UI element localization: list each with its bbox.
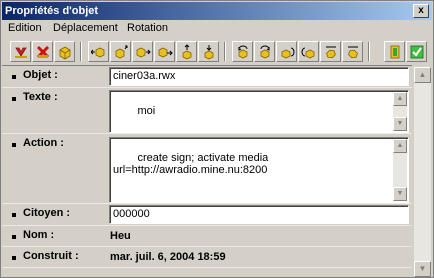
action-label: Action : [23, 137, 64, 149]
delete-button[interactable] [32, 41, 53, 62]
bullet-icon [12, 143, 16, 147]
texte-scrollbar[interactable]: ▲ ▼ [393, 92, 407, 131]
nom-label: Nom : [23, 229, 55, 241]
action-scrollbar[interactable]: ▲ ▼ [393, 139, 407, 201]
citoyen-label: Citoyen : [23, 207, 71, 219]
nom-value: Heu [110, 230, 131, 242]
toolbar-separator [80, 42, 82, 61]
roll-left-button[interactable] [320, 41, 341, 62]
save-button[interactable] [406, 41, 427, 62]
lock-button[interactable] [384, 41, 405, 62]
scroll-up-arrow-icon[interactable]: ▲ [393, 139, 407, 153]
move-up-button[interactable] [110, 41, 131, 62]
tilt-back-icon [301, 47, 315, 59]
objet-field[interactable]: ciner03a.rwx [109, 67, 409, 86]
tilt-back-button[interactable] [298, 41, 319, 62]
object-properties-window: Propriétés d'objet x Edition Déplacement… [0, 0, 434, 278]
move-lower-button[interactable] [198, 41, 219, 62]
roll-right-icon [348, 46, 358, 59]
title-bar[interactable]: Propriétés d'objet x [2, 2, 432, 20]
rotate-right-button[interactable] [254, 41, 275, 62]
tilt-forward-button[interactable] [276, 41, 297, 62]
scroll-up-arrow-icon[interactable]: ▲ [414, 67, 431, 83]
row-construit: Construit : mar. juil. 6, 2004 18:59 [2, 247, 412, 268]
bullet-icon [12, 97, 16, 101]
roll-right-button[interactable] [342, 41, 363, 62]
scroll-down-arrow-icon[interactable]: ▼ [393, 187, 407, 201]
menu-rotation[interactable]: Rotation [127, 22, 168, 34]
rotate-left-icon [238, 45, 248, 59]
citoyen-field[interactable]: 000000 [109, 205, 409, 224]
move-right-button[interactable] [132, 41, 153, 62]
bullet-icon [12, 235, 16, 239]
box-left-icon [91, 47, 105, 58]
yellow-box-icon [59, 46, 71, 60]
menu-edition[interactable]: Edition [8, 22, 42, 34]
row-objet: Objet : ciner03a.rwx [2, 66, 412, 88]
red-arrow-icon [15, 47, 27, 58]
duplicate-button[interactable] [54, 41, 75, 62]
tilt-forward-icon [281, 47, 295, 59]
objet-label: Objet : [23, 69, 58, 81]
menu-deplacement[interactable]: Déplacement [53, 22, 118, 34]
toolbar [2, 39, 432, 65]
properties-panel: Objet : ciner03a.rwx Texte : moi ▲ ▼ Act… [2, 65, 412, 277]
action-field[interactable]: create sign; activate media url=http://a… [109, 137, 409, 203]
menu-bar: Edition Déplacement Rotation [2, 20, 432, 38]
rotate-right-icon [260, 45, 270, 59]
row-action: Action : create sign; activate media url… [2, 134, 412, 204]
bullet-icon [12, 75, 16, 79]
texte-value: moi [137, 105, 156, 117]
box-right-icon [136, 47, 151, 58]
roll-left-icon [326, 46, 336, 59]
green-check-icon [410, 45, 424, 59]
move-forward-button[interactable] [154, 41, 175, 62]
construit-value: mar. juil. 6, 2004 18:59 [110, 251, 226, 263]
scroll-up-arrow-icon[interactable]: ▲ [393, 92, 407, 106]
row-citoyen: Citoyen : 000000 [2, 204, 412, 226]
row-nom: Nom : Heu [2, 226, 412, 247]
move-raise-button[interactable] [176, 41, 197, 62]
texte-label: Texte : [23, 91, 58, 103]
action-value: create sign; activate media url=http://a… [113, 152, 269, 176]
red-x-icon [36, 45, 50, 59]
panel-scrollbar[interactable]: ▲ ▼ [414, 67, 431, 277]
box-raise-icon [182, 44, 192, 60]
move-left-button[interactable] [88, 41, 109, 62]
toolbar-separator [224, 42, 226, 61]
box-forward-icon [158, 47, 173, 58]
row-texte: Texte : moi ▲ ▼ [2, 88, 412, 134]
box-lower-icon [204, 45, 214, 60]
close-button[interactable]: x [413, 4, 429, 18]
box-up-icon [115, 45, 128, 59]
green-box-icon [390, 45, 400, 59]
scroll-down-arrow-icon[interactable]: ▼ [393, 117, 407, 131]
toolbar-separator [368, 42, 370, 61]
load-icon-button[interactable] [10, 41, 31, 62]
scroll-down-arrow-icon[interactable]: ▼ [414, 261, 431, 277]
construit-label: Construit : [23, 250, 79, 262]
window-title: Propriétés d'objet [5, 5, 99, 17]
bullet-icon [12, 213, 16, 217]
bullet-icon [12, 256, 16, 260]
texte-field[interactable]: moi ▲ ▼ [109, 90, 409, 133]
rotate-left-button[interactable] [232, 41, 253, 62]
